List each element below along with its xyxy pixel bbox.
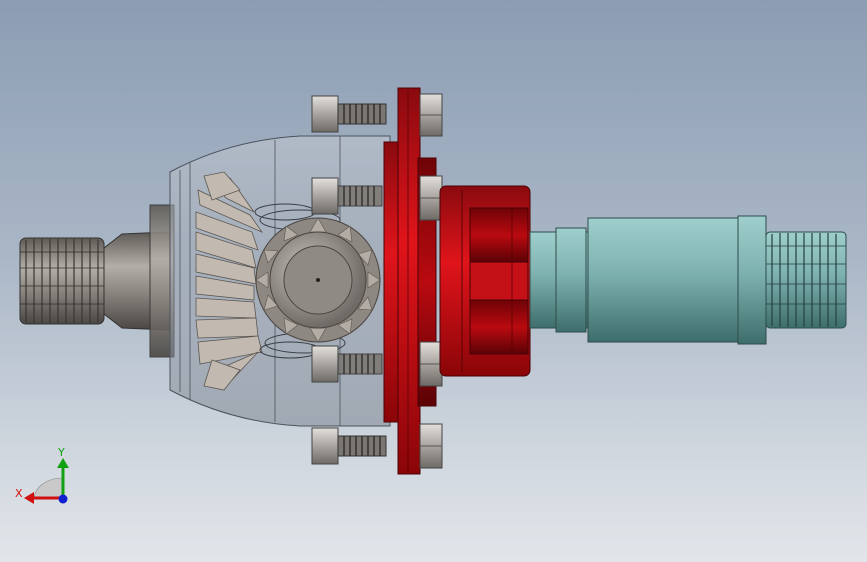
- z-axis-dot: [58, 494, 68, 504]
- y-axis-label: Y: [57, 446, 65, 459]
- coordinate-triad: Y X: [15, 446, 69, 504]
- side-gear-hub[interactable]: [255, 217, 381, 343]
- 3d-viewport[interactable]: Y X: [0, 0, 867, 562]
- output-coupling[interactable]: [439, 185, 531, 377]
- left-splined-shaft[interactable]: [19, 204, 175, 358]
- assembly-model[interactable]: Y X: [0, 0, 867, 562]
- x-axis-label: X: [15, 487, 23, 500]
- right-output-shaft[interactable]: [529, 215, 847, 345]
- red-flange[interactable]: [383, 87, 437, 475]
